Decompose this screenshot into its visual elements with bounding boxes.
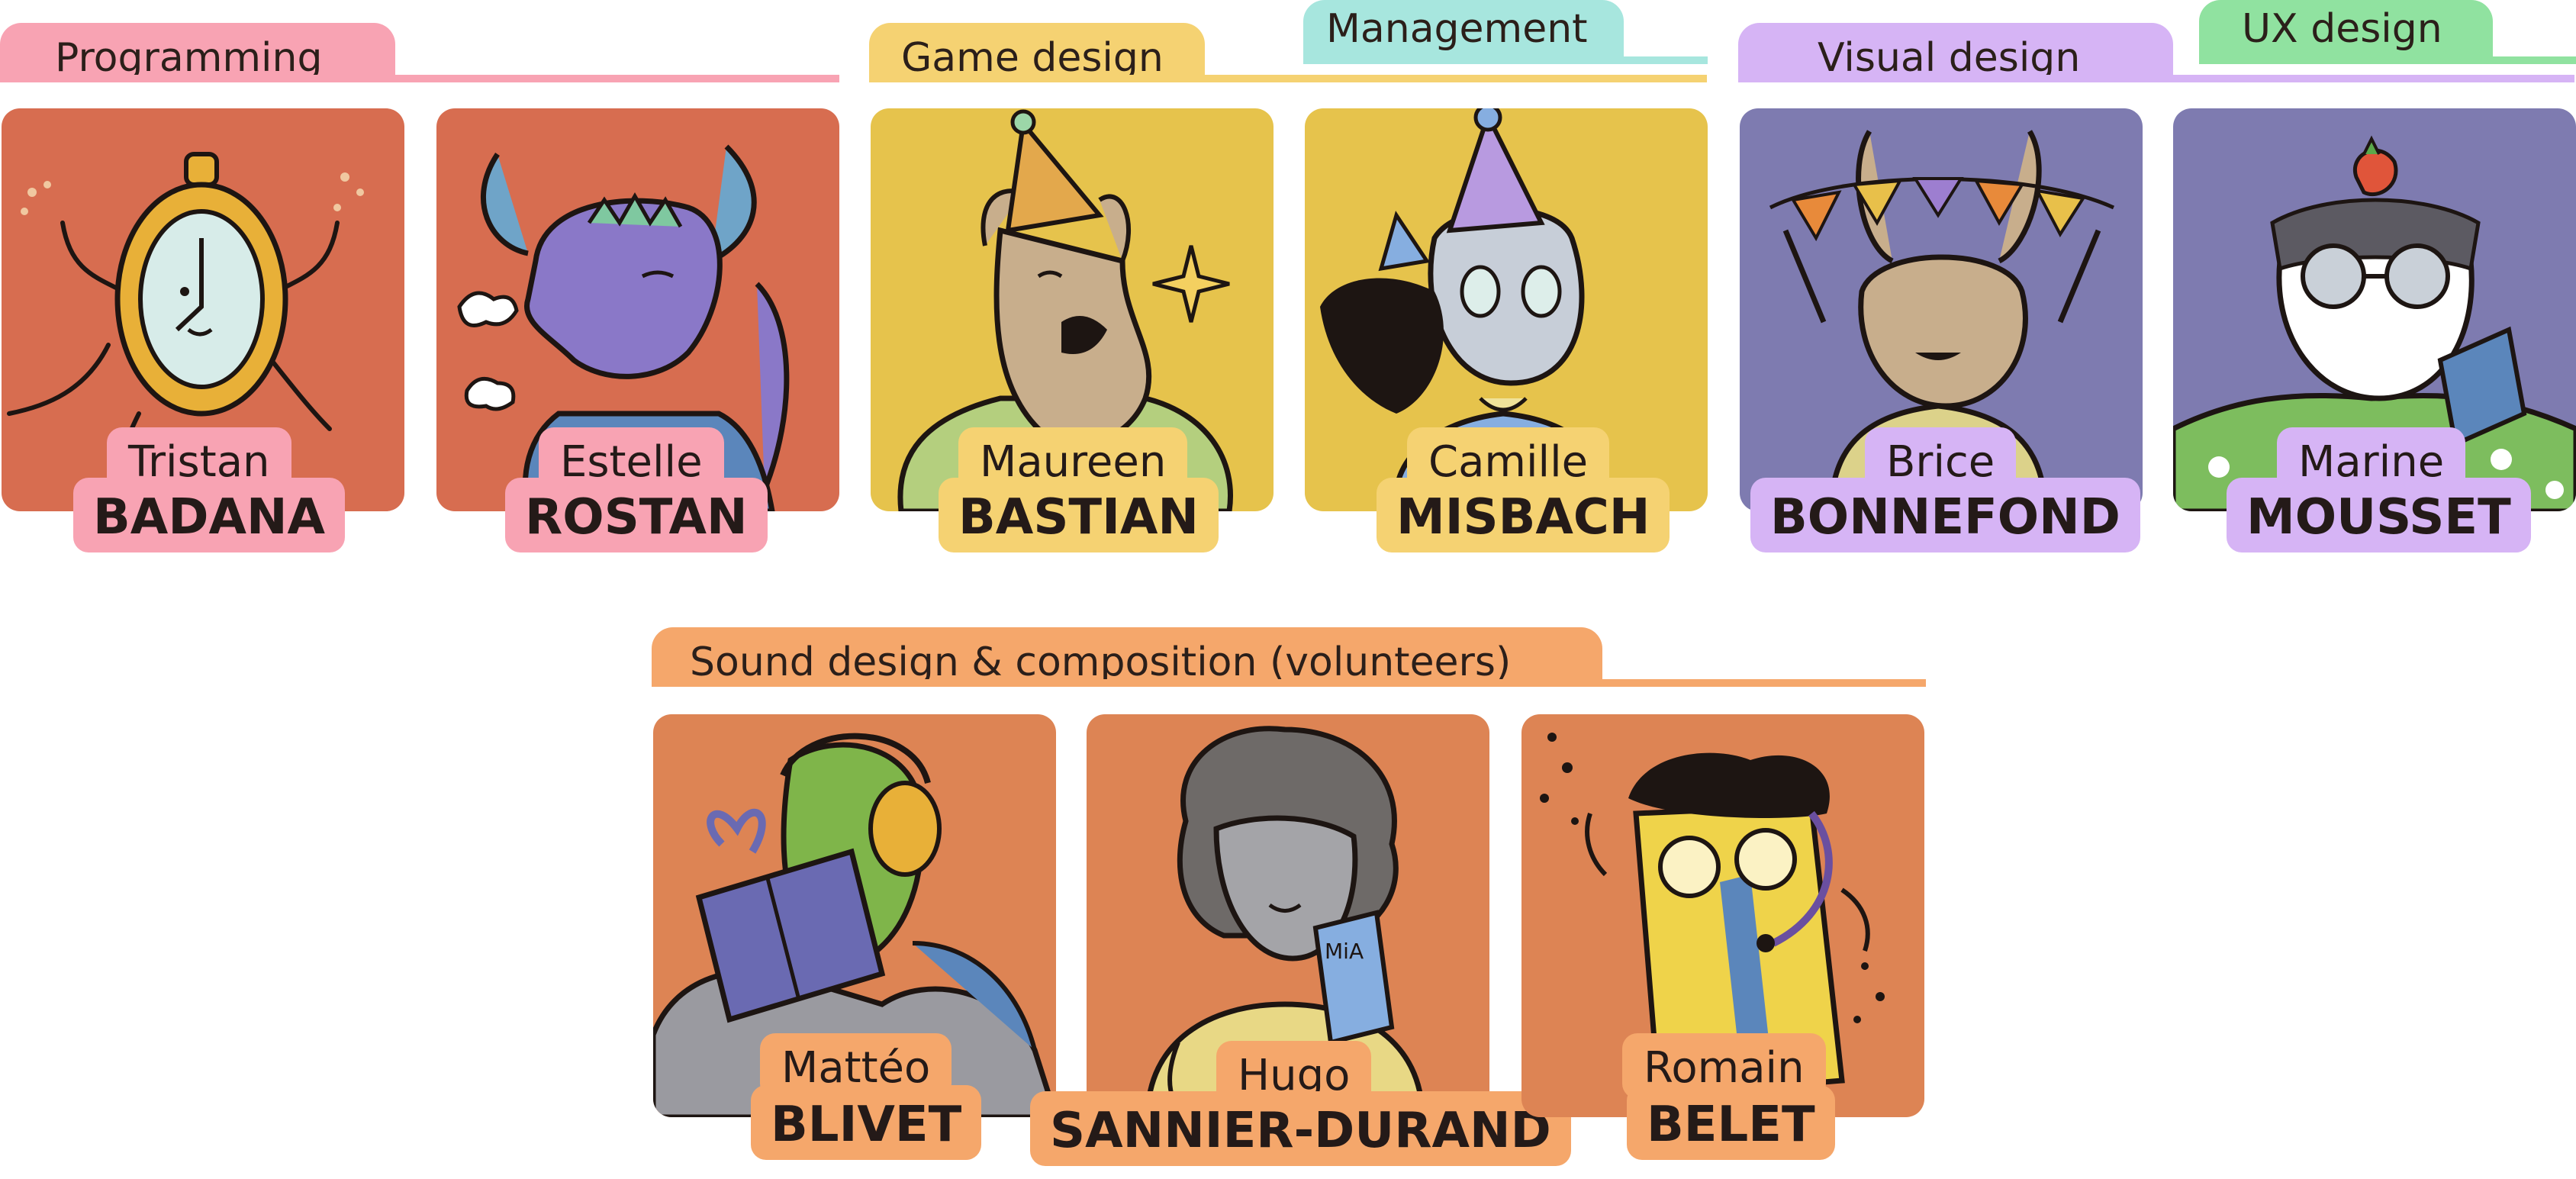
last-name-tag-sannier-durand: SANNIER-DURAND xyxy=(1030,1091,1571,1166)
section-label-programming: Programming xyxy=(0,23,395,79)
last-name-tag-misbach: MISBACH xyxy=(1377,478,1670,552)
last-name-tag-bastian: BASTIAN xyxy=(939,478,1219,552)
section-underline-visual-design xyxy=(1738,75,2574,82)
last-name-tag-blivet: BLIVET xyxy=(751,1085,982,1160)
last-name-tag-belet: BELET xyxy=(1627,1085,1835,1160)
last-name-tag-mousset: MOUSSET xyxy=(2227,478,2531,552)
last-name-tag-bonnefond: BONNEFOND xyxy=(1750,478,2140,552)
section-label-sound: Sound design & composition (volunteers) xyxy=(652,627,1602,685)
section-label-visual-design: Visual design xyxy=(1738,23,2173,79)
section-label-ux-design: UX design xyxy=(2199,0,2493,61)
last-name-tag-rostan: ROSTAN xyxy=(505,478,768,552)
section-underline-programming xyxy=(0,75,839,82)
section-underline-ux-design xyxy=(2199,56,2576,64)
section-underline-game-design xyxy=(869,75,1707,82)
section-underline-management xyxy=(1303,56,1708,64)
section-label-management: Management xyxy=(1303,0,1624,61)
last-name-tag-badana: BADANA xyxy=(73,478,346,552)
section-label-game-design: Game design xyxy=(869,23,1205,79)
svg-text:MiA: MiA xyxy=(1325,939,1364,964)
section-underline-sound xyxy=(652,679,1926,687)
